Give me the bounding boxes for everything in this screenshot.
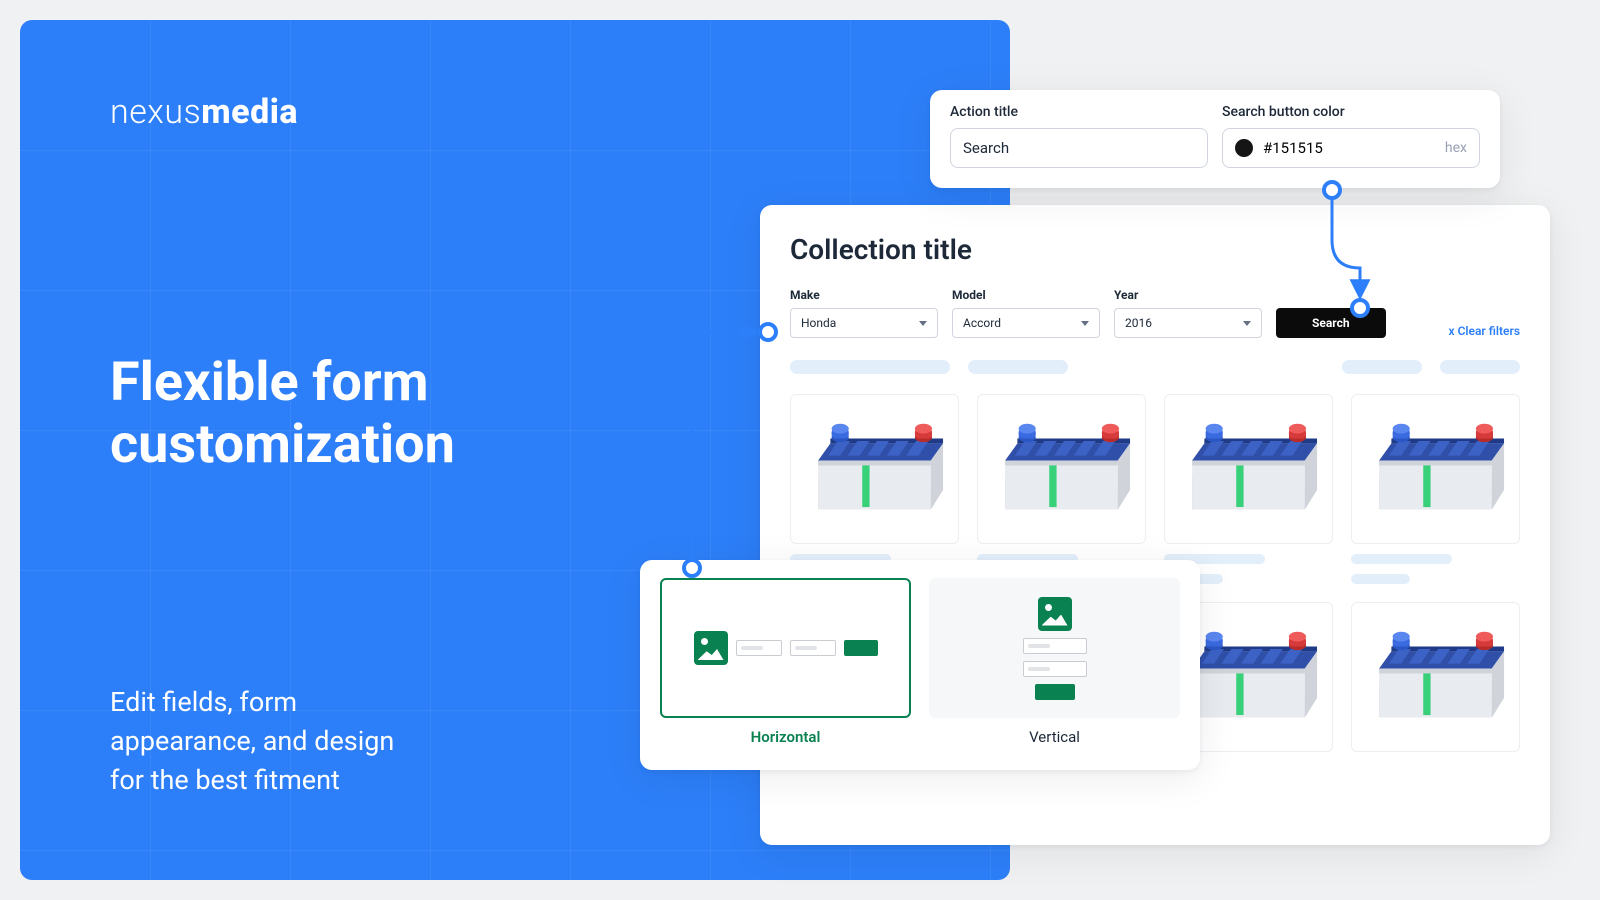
layout-thumb-vertical — [929, 578, 1180, 718]
brand-part-2: media — [201, 92, 298, 132]
search-button[interactable]: Search — [1276, 308, 1386, 338]
chevron-down-icon — [1243, 321, 1251, 326]
product-image — [1351, 394, 1520, 544]
year-select[interactable]: 2016 — [1114, 308, 1262, 338]
mini-field-icon — [1023, 661, 1087, 677]
filter-row: Make Honda Model Accord Year 2016 — [790, 288, 1520, 338]
color-format-badge: hex — [1445, 140, 1467, 156]
make-select[interactable]: Honda — [790, 308, 938, 338]
product-image — [1164, 394, 1333, 544]
filter-year: Year 2016 — [1114, 288, 1262, 338]
placeholder-pill — [790, 360, 950, 374]
image-placeholder-icon — [1038, 597, 1072, 631]
mini-button-icon — [844, 640, 878, 656]
product-image — [790, 394, 959, 544]
collection-title: Collection title — [790, 233, 1520, 266]
config-card: Action title Search Search button color … — [930, 90, 1500, 188]
product-tile[interactable] — [790, 394, 959, 584]
product-image — [977, 394, 1146, 544]
chevron-down-icon — [1081, 321, 1089, 326]
action-title-input[interactable]: Search — [950, 128, 1208, 168]
filter-model: Model Accord — [952, 288, 1100, 338]
image-placeholder-icon — [694, 631, 728, 665]
chevron-down-icon — [919, 321, 927, 326]
layout-label-vertical: Vertical — [1029, 728, 1080, 746]
filter-make: Make Honda — [790, 288, 938, 338]
search-button-color-label: Search button color — [1222, 104, 1480, 120]
layout-options-card: Horizontal Vertical — [640, 560, 1200, 770]
action-title-field: Action title Search — [950, 104, 1208, 174]
color-swatch-icon — [1235, 139, 1253, 157]
layout-thumb-horizontal — [660, 578, 911, 718]
product-tile[interactable] — [1351, 394, 1520, 584]
placeholder-pill — [1342, 360, 1422, 374]
color-hex-value: #151515 — [1263, 139, 1323, 157]
placeholder-pill — [1351, 574, 1410, 584]
product-tile[interactable] — [1164, 394, 1333, 584]
mini-field-icon — [1023, 638, 1087, 654]
placeholder-pill — [1351, 554, 1452, 564]
model-select[interactable]: Accord — [952, 308, 1100, 338]
placeholder-pill — [1440, 360, 1520, 374]
product-image — [1351, 602, 1520, 752]
mini-field-icon — [790, 640, 836, 656]
action-title-label: Action title — [950, 104, 1208, 120]
product-tile[interactable] — [1351, 602, 1520, 752]
layout-label-horizontal: Horizontal — [751, 728, 821, 746]
brand-logo: nexusmedia — [110, 92, 920, 132]
placeholder-chips — [790, 360, 1520, 374]
layout-option-vertical[interactable]: Vertical — [929, 578, 1180, 756]
layout-option-horizontal[interactable]: Horizontal — [660, 578, 911, 756]
search-button-color-field: Search button color #151515 hex — [1222, 104, 1480, 174]
hero-subhead: Edit fields, form appearance, and design… — [110, 683, 394, 800]
clear-filters-link[interactable]: x Clear filters — [1449, 324, 1520, 338]
brand-part-1: nexus — [110, 92, 201, 132]
mini-field-icon — [736, 640, 782, 656]
product-tile[interactable] — [977, 394, 1146, 584]
mini-button-icon — [1035, 684, 1075, 700]
search-button-color-input[interactable]: #151515 hex — [1222, 128, 1480, 168]
placeholder-pill — [968, 360, 1068, 374]
